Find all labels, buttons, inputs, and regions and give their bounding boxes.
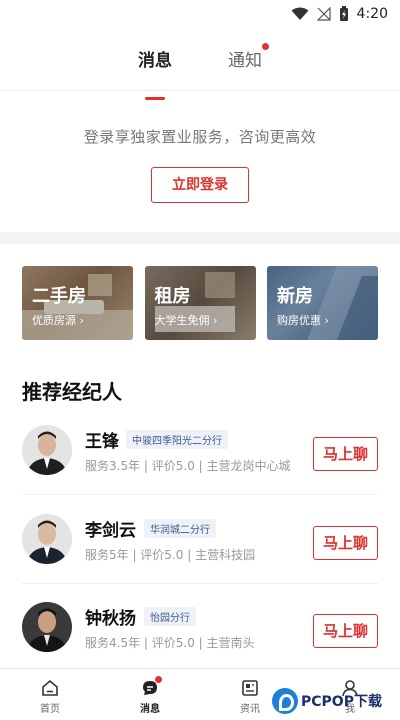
- notification-badge: [262, 43, 269, 50]
- card-subtitle: 购房优惠 ›: [277, 314, 329, 327]
- watermark-text: PCPOP下载: [301, 694, 382, 710]
- card-subtitle: 大学生免佣 ›: [154, 314, 218, 327]
- card-second-hand[interactable]: 二手房 优质房源 ›: [22, 266, 133, 340]
- agent-name: 李剑云: [85, 521, 136, 541]
- home-icon: [42, 679, 58, 696]
- chevron-right-icon: ›: [79, 314, 84, 327]
- card-title: 二手房: [32, 286, 86, 307]
- section-title: 推荐经纪人: [22, 380, 122, 404]
- top-tabs: 消息 通知: [0, 40, 400, 90]
- agent-branch: 中骏四季阳光二分行: [126, 430, 228, 449]
- message-badge: [155, 676, 162, 683]
- login-prompt: 登录享独家置业服务，咨询更高效 立即登录: [0, 92, 400, 232]
- tabbar-home[interactable]: 首页: [20, 669, 80, 720]
- divider: [0, 90, 400, 91]
- category-cards: 二手房 优质房源 › 租房 大学生免佣 › 新房 购房优惠 ›: [22, 266, 378, 340]
- agent-card[interactable]: 李剑云 华润城二分行 服务5年 | 评价5.0 | 主营科技园 马上聊: [0, 514, 400, 600]
- chat-button[interactable]: 马上聊: [313, 437, 378, 471]
- card-rent[interactable]: 租房 大学生免佣 ›: [144, 266, 256, 340]
- news-icon: [242, 680, 258, 696]
- pcpop-logo-icon: [272, 688, 298, 714]
- battery-icon: [339, 6, 348, 21]
- status-bar: 4:20: [0, 0, 400, 28]
- status-time: 4:20: [356, 6, 388, 22]
- card-title: 租房: [154, 286, 191, 307]
- chevron-right-icon: ›: [324, 314, 329, 327]
- login-tip: 登录享独家置业服务，咨询更高效: [83, 128, 317, 146]
- chat-button[interactable]: 马上聊: [313, 614, 378, 648]
- chevron-right-icon: ›: [213, 314, 218, 327]
- agent-info: 服务3.5年 | 评价5.0 | 主营龙岗中心城: [85, 459, 291, 473]
- tabbar-label: 消息: [140, 704, 160, 715]
- agent-name: 钟秋扬: [85, 609, 136, 629]
- avatar: [22, 602, 72, 652]
- tabbar-label: 首页: [40, 704, 60, 715]
- no-signal-icon: [316, 7, 331, 21]
- card-subtitle: 优质房源 ›: [32, 314, 84, 327]
- tabbar-news[interactable]: 资讯: [220, 669, 280, 720]
- tabbar-messages[interactable]: 消息: [120, 669, 180, 720]
- agent-info: 服务4.5年 | 评价5.0 | 主营南头: [85, 636, 255, 650]
- divider: [22, 494, 378, 495]
- avatar: [22, 425, 72, 475]
- login-button[interactable]: 立即登录: [151, 167, 249, 203]
- tabbar-label: 资讯: [240, 704, 260, 715]
- tab-messages[interactable]: 消息: [138, 40, 172, 90]
- agent-card[interactable]: 王锋 中骏四季阳光二分行 服务3.5年 | 评价5.0 | 主营龙岗中心城 马上…: [0, 425, 400, 511]
- agent-info: 服务5年 | 评价5.0 | 主营科技园: [85, 548, 256, 562]
- agent-branch: 华润城二分行: [144, 519, 216, 538]
- wifi-icon: [291, 7, 309, 20]
- watermark: PCPOP下载: [272, 684, 400, 718]
- agent-branch: 怡园分行: [144, 607, 196, 626]
- agent-name: 王锋: [85, 432, 119, 452]
- tab-notifications[interactable]: 通知: [228, 40, 269, 90]
- card-new-home[interactable]: 新房 购房优惠 ›: [267, 266, 378, 340]
- divider: [22, 583, 378, 584]
- chat-button[interactable]: 马上聊: [313, 526, 378, 560]
- avatar: [22, 514, 72, 564]
- tab-label: 通知: [228, 51, 262, 71]
- card-title: 新房: [277, 286, 313, 307]
- tab-label: 消息: [138, 51, 172, 71]
- section-gap: [0, 232, 400, 244]
